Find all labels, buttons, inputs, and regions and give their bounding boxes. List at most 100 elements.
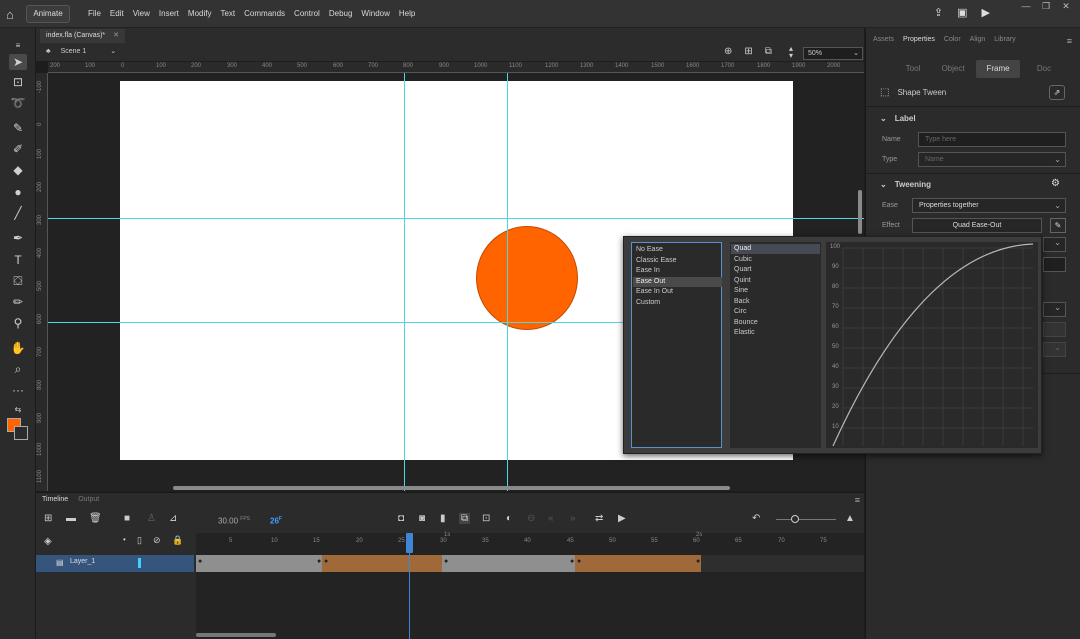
ease-type-item[interactable]: Quint xyxy=(734,276,751,286)
workspace-button[interactable]: Animate xyxy=(26,5,70,23)
create-tween-icon[interactable]: ⧉ xyxy=(459,513,471,524)
delete-icon[interactable]: 🗑 xyxy=(89,513,102,524)
go-to-tween-icon[interactable]: ⇗ xyxy=(1049,85,1065,100)
tweening-section-header[interactable]: ⌄ Tweening xyxy=(880,180,931,189)
zoom-stepper-icon[interactable]: ▴ ▾ xyxy=(789,45,793,60)
tab-assets[interactable]: Assets xyxy=(873,36,894,43)
zoom-tool-icon[interactable]: ⌕ xyxy=(9,361,27,377)
clip-icon[interactable]: ⊞ xyxy=(744,46,752,57)
step-forward-icon[interactable]: » xyxy=(570,513,576,524)
chevron-down-icon[interactable]: ⌄ xyxy=(1043,302,1066,317)
ease-category-item-selected[interactable]: Ease Out xyxy=(633,276,722,287)
fps-display[interactable]: 30.00 FPS xyxy=(218,516,250,526)
ease-type-item-selected[interactable]: Quad xyxy=(731,244,820,254)
brush-icon[interactable]: ✎ xyxy=(9,120,27,136)
vertical-guide[interactable] xyxy=(507,73,508,491)
keyframe-dot[interactable]: ● xyxy=(577,558,581,565)
new-folder-icon[interactable]: ▬ xyxy=(66,513,76,524)
line-tool-icon[interactable]: ╱ xyxy=(9,205,27,221)
camera-icon[interactable]: ■ xyxy=(124,513,130,524)
hidden-input[interactable] xyxy=(1043,257,1066,272)
ease-effect-button[interactable]: Quad Ease-Out xyxy=(912,218,1042,233)
tab-timeline[interactable]: Timeline xyxy=(42,496,68,503)
share-icon[interactable]: ⇪ xyxy=(934,6,943,19)
onion-skin-icon[interactable]: ◐ xyxy=(506,513,512,524)
keyframe-dot[interactable]: ● xyxy=(317,558,321,565)
ease-select[interactable]: Properties together ⌄ xyxy=(912,198,1066,213)
eyedropper-icon[interactable]: ✏ xyxy=(9,294,27,310)
static-frames-span[interactable] xyxy=(196,555,322,572)
menu-edit[interactable]: Edit xyxy=(110,9,124,18)
keyframe-dot[interactable]: ● xyxy=(324,558,328,565)
static-frames-span[interactable] xyxy=(442,555,575,572)
restore-icon[interactable]: ❐ xyxy=(1038,1,1054,12)
ease-type-item[interactable]: Back xyxy=(734,297,750,307)
more-tools-icon[interactable]: ··· xyxy=(9,382,27,398)
ease-type-item[interactable]: Cubic xyxy=(734,255,752,265)
visibility-off-icon[interactable]: ⊘ xyxy=(153,535,161,546)
eraser-icon[interactable]: ◆ xyxy=(9,162,27,178)
horizontal-scrollbar[interactable] xyxy=(173,486,730,490)
ease-type-item[interactable]: Quart xyxy=(734,265,752,275)
subtab-frame[interactable]: Frame xyxy=(976,60,1020,78)
panel-menu-icon[interactable]: ≡ xyxy=(855,495,860,505)
subtab-doc[interactable]: Doc xyxy=(1024,60,1064,78)
step-back-icon[interactable]: « xyxy=(548,513,554,524)
loop-playback-icon[interactable]: ⇄ xyxy=(595,513,603,524)
menu-window[interactable]: Window xyxy=(361,9,389,18)
menu-help[interactable]: Help xyxy=(399,9,415,18)
ease-type-item[interactable]: Circ xyxy=(734,307,746,317)
current-frame-display[interactable]: 26F xyxy=(270,516,282,526)
menu-insert[interactable]: Insert xyxy=(159,9,179,18)
horizontal-guide[interactable] xyxy=(48,218,864,219)
tab-library[interactable]: Library xyxy=(994,36,1015,43)
layer-row[interactable]: ▤ Layer_1 xyxy=(36,555,194,572)
timeline-zoom-handle[interactable] xyxy=(791,515,799,523)
timeline-zoom-slider[interactable] xyxy=(776,519,836,520)
center-stage-icon[interactable]: ⊕ xyxy=(724,46,732,57)
ease-category-item[interactable]: No Ease xyxy=(636,245,663,255)
layer-depth-icon[interactable]: ⊿ xyxy=(169,513,177,524)
close-tab-icon[interactable]: ✕ xyxy=(113,29,119,43)
shape-tween-span[interactable] xyxy=(322,555,442,572)
hand-tool-icon[interactable]: ✋ xyxy=(9,340,27,356)
menu-commands[interactable]: Commands xyxy=(244,9,285,18)
keyframe-dot[interactable]: ● xyxy=(696,558,700,565)
layer-color-swatch[interactable] xyxy=(138,558,141,568)
tab-color[interactable]: Color xyxy=(944,36,961,43)
home-icon[interactable]: ⌂ xyxy=(6,7,20,22)
ease-type-item[interactable]: Elastic xyxy=(734,328,755,338)
shape-tween-span[interactable] xyxy=(575,555,701,572)
lasso-icon[interactable]: ➰ xyxy=(9,95,27,111)
oval-tool-icon[interactable]: ● xyxy=(9,184,27,200)
parenting-icon[interactable]: ♙ xyxy=(147,513,156,524)
zoom-field[interactable]: 50% ⌄ xyxy=(803,47,863,60)
frame-name-input[interactable]: Type here xyxy=(918,132,1066,147)
edit-ease-pencil-icon[interactable]: ✎ xyxy=(1050,218,1066,233)
scene-selector[interactable]: ♣ Scene 1 ⌄ xyxy=(46,47,116,56)
loop-icon[interactable]: ⊖ xyxy=(527,513,535,524)
chevron-down-icon[interactable]: ⌄ xyxy=(1043,237,1066,252)
insert-keyframe-icon[interactable]: ◘ xyxy=(398,513,404,524)
menu-modify[interactable]: Modify xyxy=(188,9,212,18)
keyframe-dot[interactable]: ● xyxy=(444,558,448,565)
pen-tool-icon[interactable]: ✒ xyxy=(9,230,27,246)
document-tab[interactable]: index.fla (Canvas)* ✕ xyxy=(40,29,126,43)
ease-category-item[interactable]: Classic Ease xyxy=(636,256,676,266)
insert-blank-keyframe-icon[interactable]: ◙ xyxy=(419,513,425,524)
empty-frames-span[interactable] xyxy=(701,555,864,572)
vertical-scrollbar[interactable] xyxy=(858,190,862,234)
pencil-icon[interactable]: ✐ xyxy=(9,141,27,157)
menu-view[interactable]: View xyxy=(133,9,150,18)
selection-tool-icon[interactable]: ➤ xyxy=(9,54,27,70)
tab-properties[interactable]: Properties xyxy=(903,36,935,43)
vertical-guide[interactable] xyxy=(404,73,405,491)
menu-debug[interactable]: Debug xyxy=(329,9,353,18)
ease-category-item[interactable]: Ease In xyxy=(636,266,660,276)
panel-menu-icon[interactable]: ≡ xyxy=(9,38,27,54)
reset-zoom-icon[interactable]: ↶ xyxy=(752,513,760,524)
ease-category-item[interactable]: Ease In Out xyxy=(636,287,673,297)
hidden-input[interactable] xyxy=(1043,322,1066,337)
layout-icon[interactable]: ▣ xyxy=(957,6,967,19)
menu-file[interactable]: File xyxy=(88,9,101,18)
